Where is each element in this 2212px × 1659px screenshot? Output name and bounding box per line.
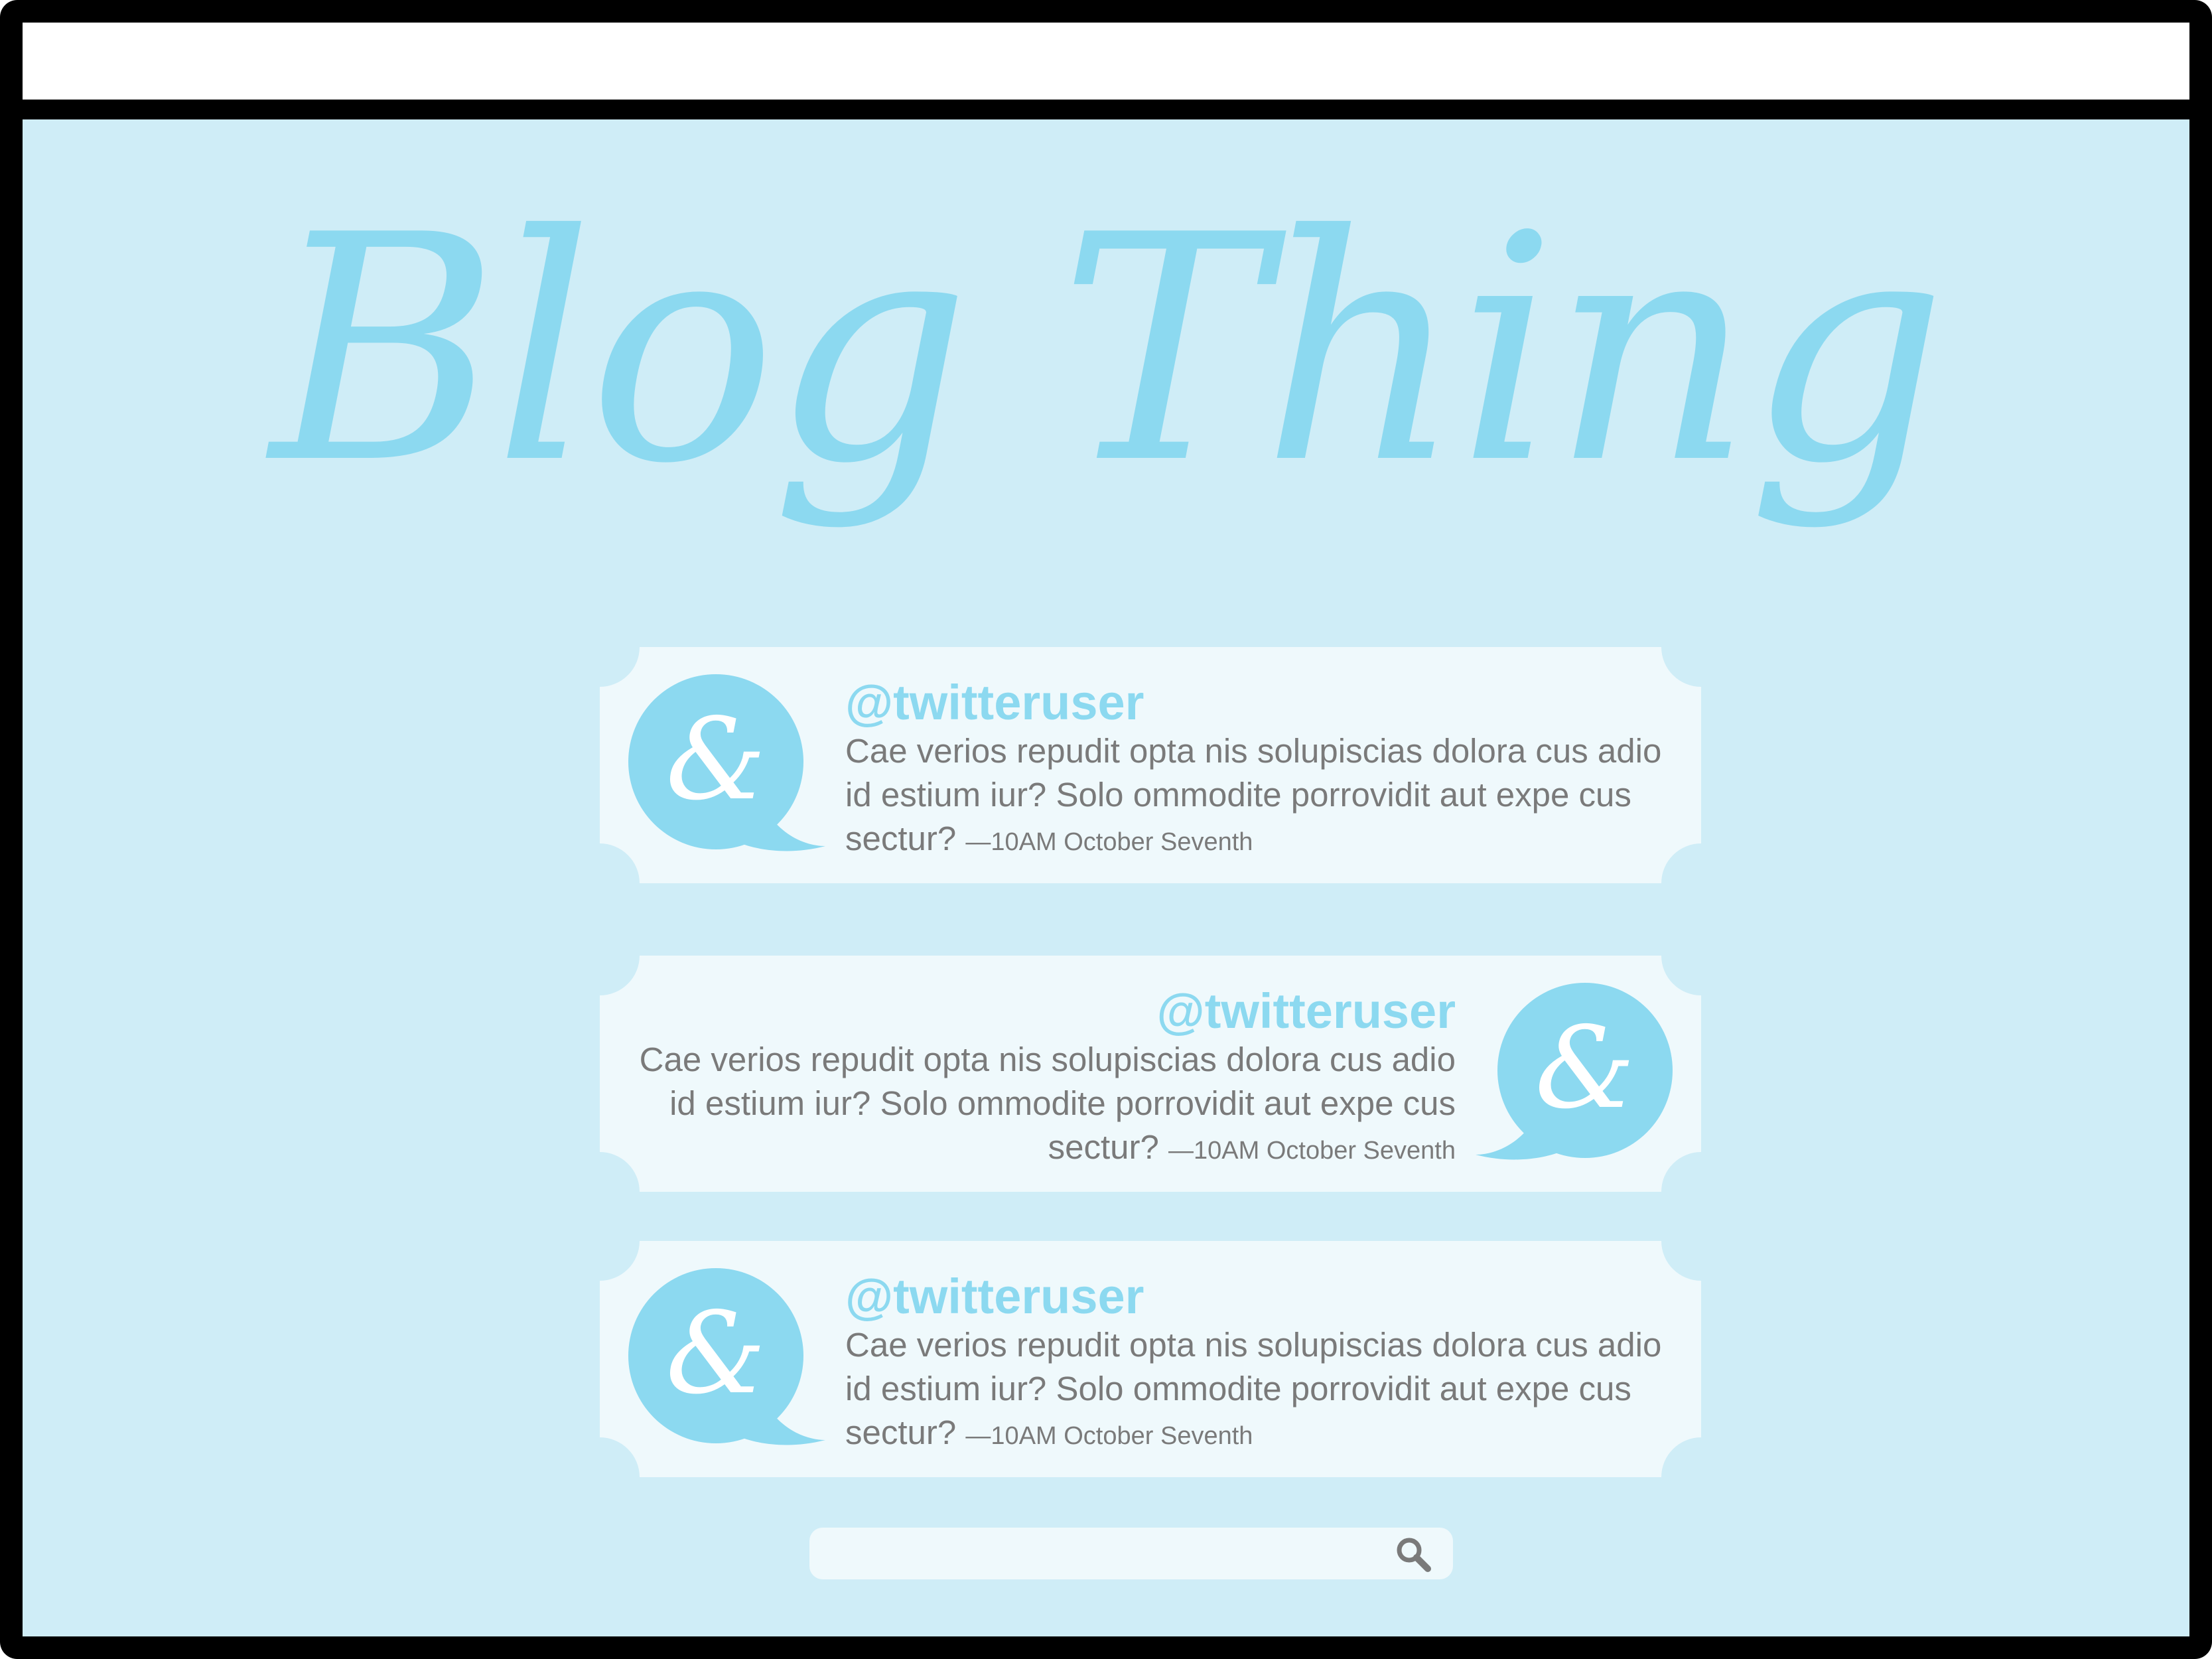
browser-title-bar <box>23 23 2189 119</box>
tweet-timestamp: —10AM October Seventh <box>1168 1137 1456 1165</box>
tweet-body: Cae verios repudit opta nis solupiscias … <box>845 1323 1668 1458</box>
svg-text:&: & <box>1535 1003 1635 1134</box>
tweet-username[interactable]: @twitteruser <box>845 676 1668 729</box>
tweet-content: @twitteruser Cae verios repudit opta nis… <box>633 985 1456 1173</box>
tweet-body: Cae verios repudit opta nis solupiscias … <box>845 729 1668 864</box>
magnifier-icon[interactable] <box>1393 1534 1433 1574</box>
search-bar <box>809 1528 1453 1579</box>
tweet-card: & @twitteruser Cae verios repudit opta n… <box>600 1241 1701 1477</box>
tweet-username[interactable]: @twitteruser <box>845 1270 1668 1323</box>
site-title: Blog Thing <box>270 169 1947 532</box>
tweet-timestamp: —10AM October Seventh <box>965 1422 1253 1450</box>
tweet-content: @twitteruser Cae verios repudit opta nis… <box>845 1270 1668 1458</box>
svg-text:&: & <box>665 1288 766 1419</box>
svg-text:&: & <box>665 694 766 826</box>
tweet-username[interactable]: @twitteruser <box>633 985 1456 1038</box>
ampersand-speech-bubble-icon[interactable]: & <box>626 672 825 858</box>
search-input[interactable] <box>823 1533 1367 1574</box>
tweet-body: Cae verios repudit opta nis solupiscias … <box>633 1038 1456 1173</box>
blog-page: Blog Thing & @twitteruser Cae verios rep… <box>23 119 2189 1636</box>
ampersand-speech-bubble-icon[interactable]: & <box>1476 981 1675 1167</box>
tweet-content: @twitteruser Cae verios repudit opta nis… <box>845 676 1668 864</box>
tweet-card: & @twitteruser Cae verios repudit opta n… <box>600 647 1701 883</box>
tweet-card: & @twitteruser Cae verios repudit opta n… <box>600 956 1701 1192</box>
ampersand-speech-bubble-icon[interactable]: & <box>626 1266 825 1452</box>
browser-window: Blog Thing & @twitteruser Cae verios rep… <box>0 0 2212 1659</box>
tweet-timestamp: —10AM October Seventh <box>965 828 1253 856</box>
